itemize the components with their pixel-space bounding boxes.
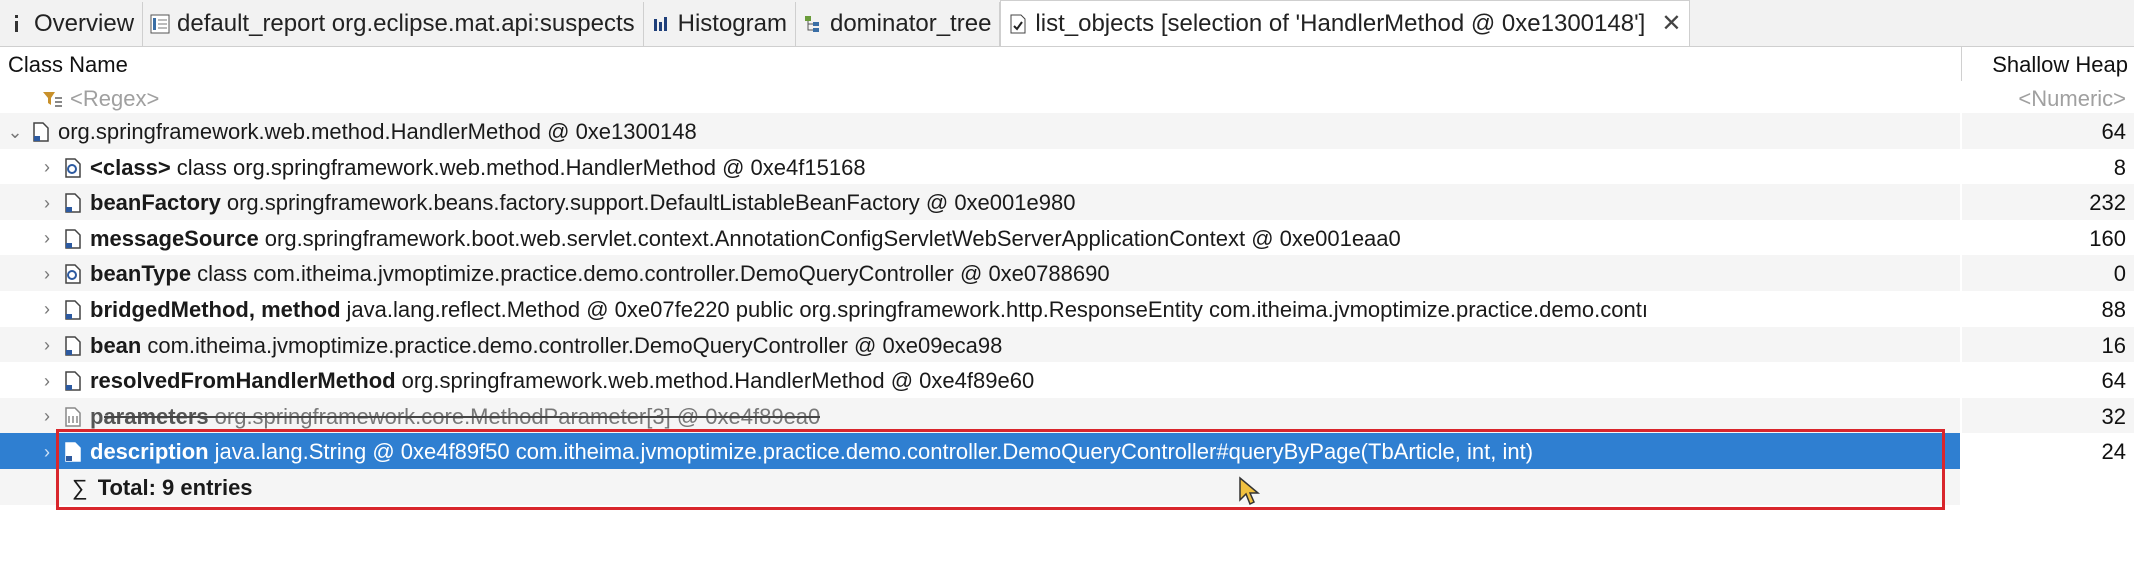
field-value: class org.springframework.web.method.Han… bbox=[176, 154, 866, 180]
chevron-right-icon[interactable]: › bbox=[38, 228, 56, 249]
shallow-heap-value: 64 bbox=[2101, 119, 2126, 144]
field-name: beanFactory bbox=[90, 190, 221, 216]
object-icon bbox=[64, 335, 82, 357]
class-object-icon bbox=[64, 157, 82, 179]
field-name: messageSource bbox=[90, 225, 259, 251]
field-name: description bbox=[90, 439, 209, 465]
editor-tab-bar: Overview default_report org.eclipse.mat.… bbox=[0, 0, 2134, 47]
tree-row[interactable]: › beanType class com.itheima.jvmoptimize… bbox=[0, 255, 2134, 291]
field-value: org.springframework.web.method.HandlerMe… bbox=[401, 368, 1035, 394]
report-icon bbox=[149, 13, 171, 35]
chevron-right-icon[interactable]: › bbox=[38, 406, 56, 427]
field-name: bridgedMethod, method bbox=[90, 296, 341, 322]
shallow-heap-value: 64 bbox=[2101, 368, 2126, 394]
tab-label: Histogram bbox=[677, 10, 787, 37]
tree-row[interactable]: › bridgedMethod, method java.lang.reflec… bbox=[0, 291, 2134, 327]
field-value: org.springframework.boot.web.servlet.con… bbox=[264, 225, 1401, 251]
column-header-class-name[interactable]: Class Name bbox=[8, 52, 128, 78]
tab-list-objects[interactable]: list_objects [selection of 'HandlerMetho… bbox=[1000, 0, 1691, 46]
field-value: org.springframework.beans.factory.suppor… bbox=[226, 190, 1076, 216]
field-value: class com.itheima.jvmoptimize.practice.d… bbox=[197, 261, 1110, 287]
chevron-right-icon[interactable]: › bbox=[38, 157, 56, 178]
tree-row-selected[interactable]: › description java.lang.String @ 0xe4f89… bbox=[0, 433, 2134, 469]
sum-icon: ∑ bbox=[72, 474, 88, 500]
object-icon bbox=[64, 299, 82, 321]
tab-label: list_objects [selection of 'HandlerMetho… bbox=[1035, 9, 1646, 37]
tab-label: dominator_tree bbox=[829, 10, 992, 37]
histogram-icon bbox=[650, 13, 672, 35]
root-object-name: org.springframework.web.method.HandlerMe… bbox=[58, 119, 697, 144]
tree-row[interactable]: › parameters org.springframework.core.Me… bbox=[0, 397, 2134, 434]
tree-row[interactable]: › messageSource org.springframework.boot… bbox=[0, 220, 2134, 256]
tree-row[interactable]: › bean com.itheima.jvmoptimize.practice.… bbox=[0, 326, 2134, 363]
field-name: resolvedFromHandlerMethod bbox=[90, 368, 396, 394]
regex-filter-input[interactable]: <Regex> bbox=[70, 86, 159, 112]
field-value: com.itheima.jvmoptimize.practice.demo.co… bbox=[147, 332, 1003, 358]
column-header-shallow-heap[interactable]: Shallow Heap bbox=[1992, 52, 2128, 78]
close-icon[interactable]: ✕ bbox=[1661, 9, 1681, 38]
object-icon bbox=[64, 441, 82, 463]
tree-row[interactable]: › beanFactory org.springframework.beans.… bbox=[0, 184, 2134, 220]
class-object-icon bbox=[64, 263, 82, 285]
filter-icon bbox=[40, 88, 64, 110]
shallow-heap-value: 232 bbox=[2089, 190, 2126, 216]
chevron-down-icon[interactable]: ⌄ bbox=[6, 122, 24, 143]
strikethrough-line bbox=[104, 416, 821, 419]
shallow-heap-value: 32 bbox=[2101, 403, 2126, 429]
shallow-heap-value: 8 bbox=[2113, 154, 2126, 180]
object-icon bbox=[64, 370, 82, 392]
tab-label: Overview bbox=[34, 10, 135, 37]
table-header: Class Name Shallow Heap bbox=[0, 47, 2134, 81]
shallow-heap-value: 88 bbox=[2101, 296, 2126, 322]
shallow-heap-value: 24 bbox=[2101, 439, 2126, 465]
shallow-heap-value: 16 bbox=[2101, 332, 2126, 358]
chevron-right-icon[interactable]: › bbox=[38, 335, 56, 356]
field-name: beanType bbox=[90, 261, 192, 287]
chevron-right-icon[interactable]: › bbox=[38, 193, 56, 214]
total-entries: Total: 9 entries bbox=[97, 474, 253, 500]
chevron-right-icon[interactable]: › bbox=[38, 371, 56, 392]
field-name: bean bbox=[90, 332, 142, 358]
tree-row[interactable]: › <class> class org.springframework.web.… bbox=[0, 149, 2134, 185]
object-tree-table: <Regex> <Numeric> ⌄ org.springframework.… bbox=[0, 83, 2134, 505]
tree-icon bbox=[802, 13, 824, 35]
tree-root-row[interactable]: ⌄ org.springframework.web.method.Handler… bbox=[0, 113, 2134, 149]
tab-histogram[interactable]: Histogram bbox=[644, 2, 796, 46]
column-divider[interactable] bbox=[1961, 47, 1962, 81]
tab-default-report[interactable]: default_report org.eclipse.mat.api:suspe… bbox=[143, 2, 644, 46]
chevron-right-icon[interactable]: › bbox=[38, 299, 56, 320]
chevron-right-icon[interactable]: › bbox=[38, 264, 56, 285]
field-name: <class> bbox=[90, 154, 171, 180]
filter-row: <Regex> <Numeric> bbox=[0, 80, 2134, 113]
field-value: java.lang.String @ 0xe4f89f50 com.itheim… bbox=[214, 439, 1534, 465]
list-icon bbox=[1007, 13, 1029, 35]
total-row: ∑ Total: 9 entries bbox=[0, 468, 2134, 505]
numeric-filter-input[interactable]: <Numeric> bbox=[2018, 86, 2126, 112]
tab-label: default_report org.eclipse.mat.api:suspe… bbox=[177, 10, 635, 37]
field-value: java.lang.reflect.Method @ 0xe07fe220 pu… bbox=[346, 296, 1648, 322]
tree-row[interactable]: › resolvedFromHandlerMethod org.springfr… bbox=[0, 362, 2134, 398]
info-icon bbox=[6, 13, 28, 35]
object-icon bbox=[64, 192, 82, 214]
object-icon bbox=[64, 228, 82, 250]
tab-dominator-tree[interactable]: dominator_tree bbox=[796, 2, 1001, 46]
mouse-cursor-icon bbox=[1238, 476, 1262, 508]
shallow-heap-value: 0 bbox=[2113, 261, 2126, 287]
tab-overview[interactable]: Overview bbox=[0, 2, 144, 46]
array-icon bbox=[64, 406, 82, 428]
object-icon bbox=[32, 121, 50, 143]
shallow-heap-value: 160 bbox=[2089, 225, 2126, 251]
chevron-right-icon[interactable]: › bbox=[38, 442, 56, 463]
